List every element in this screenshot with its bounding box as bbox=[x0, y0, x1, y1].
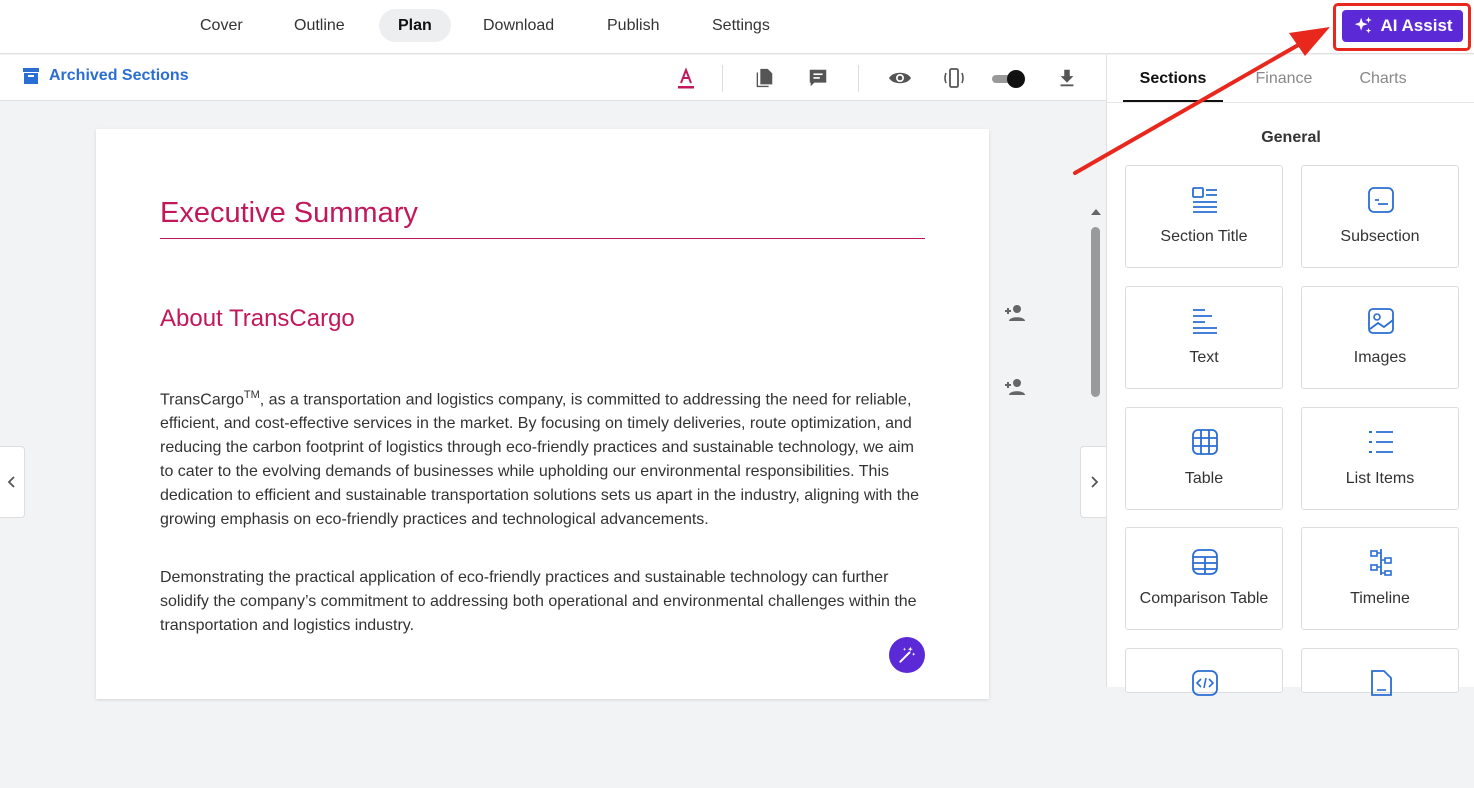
card-section-title[interactable]: Section Title bbox=[1125, 165, 1283, 268]
side-tab-charts[interactable]: Charts bbox=[1333, 55, 1433, 102]
toggle-switch[interactable] bbox=[990, 70, 1026, 88]
tab-outline[interactable]: Outline bbox=[276, 9, 363, 42]
text-color-icon[interactable] bbox=[674, 66, 698, 90]
file-icon bbox=[1371, 670, 1392, 696]
side-tabs-divider bbox=[1107, 102, 1474, 103]
subsection-icon bbox=[1368, 187, 1394, 213]
card-text[interactable]: Text bbox=[1125, 286, 1283, 389]
paragraph-2[interactable]: Demonstrating the practical application … bbox=[160, 566, 920, 638]
card-code[interactable] bbox=[1125, 648, 1283, 696]
table-grid-icon bbox=[1192, 429, 1218, 455]
comparison-table-icon bbox=[1192, 549, 1218, 575]
person-add-icon[interactable] bbox=[1003, 301, 1027, 325]
document-copy-icon[interactable] bbox=[752, 66, 776, 90]
card-images[interactable]: Images bbox=[1301, 286, 1459, 389]
page-title[interactable]: Executive Summary bbox=[160, 197, 925, 239]
card-label: Text bbox=[1189, 349, 1219, 366]
editor-toolbar: Archived Sections bbox=[0, 55, 1106, 101]
archive-icon bbox=[23, 68, 39, 84]
card-timeline[interactable]: Timeline bbox=[1301, 527, 1459, 630]
toolbar-divider bbox=[858, 65, 859, 92]
magic-wand-icon bbox=[899, 646, 916, 663]
section-heading[interactable]: About TransCargo bbox=[160, 305, 355, 333]
code-icon bbox=[1192, 670, 1218, 696]
group-title: General bbox=[1261, 129, 1321, 146]
trademark-mark: TM bbox=[243, 389, 260, 401]
side-tab-finance[interactable]: Finance bbox=[1229, 55, 1339, 102]
top-nav-bar: Cover Outline Plan Download Publish Sett… bbox=[0, 0, 1474, 54]
tab-publish[interactable]: Publish bbox=[589, 9, 677, 42]
card-table[interactable]: Table bbox=[1125, 407, 1283, 510]
scroll-up-arrow-icon[interactable] bbox=[1090, 207, 1102, 217]
side-tab-sections[interactable]: Sections bbox=[1123, 55, 1223, 102]
collapse-left-button[interactable] bbox=[0, 446, 25, 518]
paragraph-1-text: , as a transportation and logistics comp… bbox=[160, 391, 919, 529]
card-file[interactable] bbox=[1301, 648, 1459, 696]
toggle-knob bbox=[1007, 70, 1025, 88]
chevron-right-icon bbox=[1090, 476, 1098, 488]
tab-settings[interactable]: Settings bbox=[694, 9, 788, 42]
text-lines-icon bbox=[1193, 309, 1217, 334]
comment-icon[interactable] bbox=[806, 66, 830, 90]
section-title-icon bbox=[1192, 187, 1217, 213]
card-label: Subsection bbox=[1340, 228, 1420, 245]
card-label: Timeline bbox=[1350, 590, 1410, 607]
card-label: Images bbox=[1353, 349, 1407, 366]
ai-assist-button[interactable]: AI Assist bbox=[1342, 10, 1463, 42]
sparkle-icon bbox=[1355, 16, 1373, 34]
scrollbar-thumb[interactable] bbox=[1091, 227, 1100, 397]
toolbar-divider bbox=[722, 65, 723, 92]
tab-plan[interactable]: Plan bbox=[379, 9, 451, 42]
download-icon[interactable] bbox=[1055, 66, 1079, 90]
list-icon bbox=[1369, 431, 1393, 453]
card-label: Section Title bbox=[1160, 228, 1248, 245]
image-icon bbox=[1368, 308, 1394, 334]
card-list-items[interactable]: List Items bbox=[1301, 407, 1459, 510]
card-comparison-table[interactable]: Comparison Table bbox=[1125, 527, 1283, 630]
document-page: Executive Summary About TransCargo Trans… bbox=[96, 129, 989, 699]
card-label: List Items bbox=[1345, 470, 1415, 487]
preview-eye-icon[interactable] bbox=[888, 66, 912, 90]
archived-sections-link[interactable]: Archived Sections bbox=[22, 67, 189, 85]
paragraph-1[interactable]: TransCargoTM, as a transportation and lo… bbox=[160, 383, 920, 532]
person-add-icon[interactable] bbox=[1003, 375, 1027, 399]
tab-cover[interactable]: Cover bbox=[182, 9, 261, 42]
magic-wand-button[interactable] bbox=[889, 637, 925, 673]
tab-download[interactable]: Download bbox=[465, 9, 572, 42]
ai-assist-label: AI Assist bbox=[1380, 16, 1453, 35]
editor-canvas: Executive Summary About TransCargo Trans… bbox=[0, 101, 1106, 699]
company-name: TransCargo bbox=[160, 391, 244, 409]
card-subsection[interactable]: Subsection bbox=[1301, 165, 1459, 268]
device-rotate-icon[interactable] bbox=[942, 66, 966, 90]
expand-right-button[interactable] bbox=[1080, 446, 1106, 518]
card-label: Comparison Table bbox=[1139, 590, 1269, 607]
chevron-left-icon bbox=[7, 476, 15, 488]
card-label: Table bbox=[1184, 470, 1224, 487]
sections-side-panel: Sections Finance Charts General Section … bbox=[1106, 55, 1474, 696]
timeline-icon bbox=[1370, 549, 1392, 576]
archived-sections-label: Archived Sections bbox=[49, 67, 189, 84]
